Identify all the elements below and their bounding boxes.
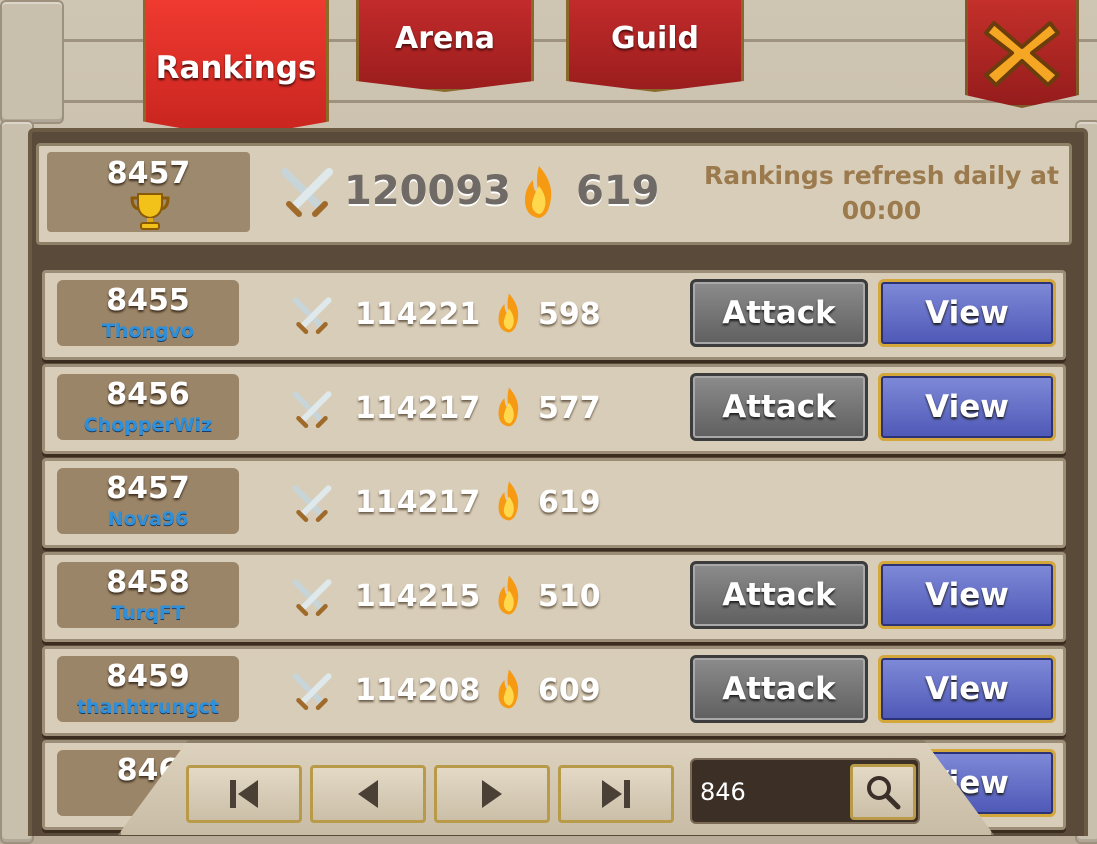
player-name[interactable]: Nova96 — [57, 508, 239, 530]
close-x-icon — [984, 20, 1060, 87]
ranking-row-self: 8457 Nova96 114217 619 — [42, 458, 1066, 548]
first-page-icon — [230, 780, 258, 808]
player-power: 114215 — [355, 579, 481, 614]
my-rank: 8457 — [106, 156, 191, 191]
rank-box: 8458 TurqFT — [57, 562, 239, 628]
refresh-notice: Rankings refresh daily at 00:00 — [704, 161, 1059, 225]
player-might: 598 — [538, 297, 601, 332]
crossed-swords-icon — [292, 673, 332, 710]
trophy-icon — [130, 193, 170, 230]
attack-button[interactable]: Attack — [690, 373, 868, 441]
wall-stone — [0, 0, 64, 124]
rank-box: 8455 Thongvo — [57, 280, 239, 346]
prev-page-button[interactable] — [310, 765, 426, 823]
crossed-swords-icon — [281, 168, 333, 217]
crossed-swords-icon — [292, 485, 332, 522]
ranking-row: 8455 Thongvo 114221 598 Attack View — [42, 270, 1066, 360]
rank-number: 8458 — [106, 565, 190, 600]
flame-icon — [498, 293, 519, 333]
view-button[interactable]: View — [878, 279, 1056, 347]
player-name[interactable]: Thongvo — [57, 320, 239, 342]
close-button[interactable] — [965, 0, 1079, 108]
flame-icon — [498, 575, 519, 615]
ranking-row: 8456 ChopperWiz 114217 577 Attack View — [42, 364, 1066, 454]
tab-guild-label: Guild — [610, 21, 700, 56]
crossed-swords-icon — [292, 391, 332, 428]
my-ranking-summary: 8457 120093 619 Rankings refresh daily a… — [36, 143, 1072, 245]
tab-arena-label: Arena — [395, 21, 495, 56]
crossed-swords-icon — [292, 297, 332, 334]
crossed-swords-icon — [292, 579, 332, 616]
tab-rankings-label: Rankings — [155, 49, 317, 86]
rank-number: 8455 — [106, 283, 190, 318]
flame-icon — [498, 481, 519, 521]
attack-button[interactable]: Attack — [690, 279, 868, 347]
view-button[interactable]: View — [878, 373, 1056, 441]
ranking-row: 8458 TurqFT 114215 510 Attack View — [42, 552, 1066, 642]
flame-icon — [525, 166, 552, 218]
magnifier-icon — [867, 776, 901, 810]
my-power: 120093 — [344, 168, 511, 214]
tab-arena[interactable]: Arena — [356, 0, 534, 92]
rank-box: 8459 thanhtrungct — [57, 656, 239, 722]
rank-number: 8457 — [106, 471, 190, 506]
first-page-button[interactable] — [186, 765, 302, 823]
attack-button[interactable]: Attack — [690, 655, 868, 723]
last-page-button[interactable] — [558, 765, 674, 823]
view-button[interactable]: View — [878, 561, 1056, 629]
rank-search-input[interactable] — [698, 768, 852, 816]
search-button[interactable] — [850, 764, 916, 820]
rank-box: 8457 Nova96 — [57, 468, 239, 534]
player-name[interactable]: thanhtrungct — [57, 696, 239, 718]
flame-icon — [498, 669, 519, 709]
attack-button[interactable]: Attack — [690, 561, 868, 629]
player-power: 114217 — [355, 485, 481, 520]
my-rank-box: 8457 — [47, 152, 250, 232]
last-page-icon — [602, 780, 630, 808]
rank-number: 8456 — [106, 377, 190, 412]
view-button[interactable]: View — [878, 655, 1056, 723]
prev-page-icon — [358, 780, 378, 808]
tab-guild[interactable]: Guild — [566, 0, 744, 92]
next-page-icon — [482, 780, 502, 808]
rank-number: 8459 — [106, 659, 190, 694]
player-name[interactable]: TurqFT — [57, 602, 239, 624]
my-might: 619 — [576, 168, 660, 214]
flame-icon — [498, 387, 519, 427]
next-page-button[interactable] — [434, 765, 550, 823]
ranking-row: 8459 thanhtrungct 114208 609 Attack View — [42, 646, 1066, 736]
player-might: 510 — [538, 579, 601, 614]
player-might: 577 — [538, 391, 601, 426]
player-power: 114208 — [355, 673, 481, 708]
rank-box: 8456 ChopperWiz — [57, 374, 239, 440]
player-power: 114221 — [355, 297, 481, 332]
tab-rankings[interactable]: Rankings — [143, 0, 329, 138]
player-might: 609 — [538, 673, 601, 708]
player-name[interactable]: ChopperWiz — [57, 414, 239, 436]
player-power: 114217 — [355, 391, 481, 426]
player-might: 619 — [538, 485, 601, 520]
